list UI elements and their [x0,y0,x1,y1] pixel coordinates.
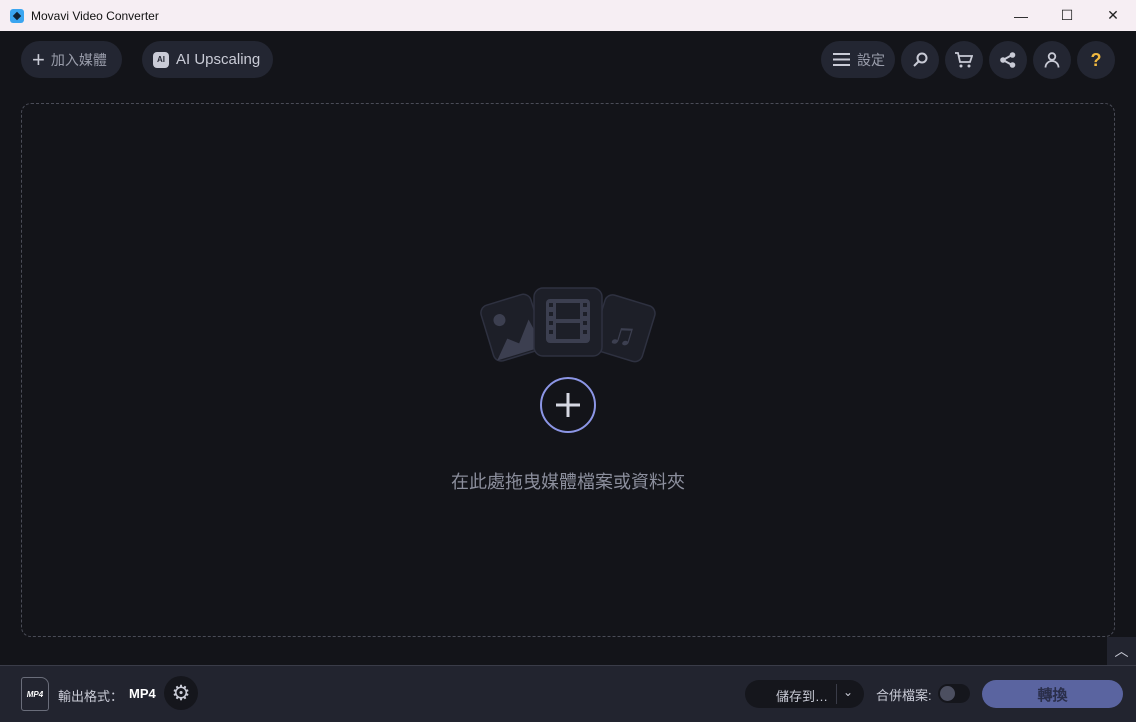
plus-icon: + [32,49,45,71]
save-to-button[interactable]: 儲存到… ⌄ [745,680,864,708]
convert-button[interactable]: 轉換 [982,680,1123,708]
settings-label: 設定 [857,50,885,70]
settings-button[interactable]: 設定 [821,41,895,78]
window-title: Movavi Video Converter [31,9,159,23]
format-settings-button[interactable]: ⚙ [164,676,198,710]
help-icon: ? [1091,50,1102,71]
drop-hint: 在此處拖曳媒體檔案或資料夾 [0,468,1136,494]
sliders-icon [833,52,850,67]
ai-upscaling-label: AI Upscaling [176,51,260,68]
help-button[interactable]: ? [1077,41,1115,79]
maximize-button[interactable]: ☐ [1044,0,1090,31]
merge-toggle[interactable] [938,684,970,703]
search-button[interactable] [901,41,939,79]
title-bar: Movavi Video Converter — ☐ ✕ [0,0,1136,31]
ai-upscaling-button[interactable]: AI AI Upscaling [142,41,273,78]
account-button[interactable] [1033,41,1071,79]
cart-button[interactable] [945,41,983,79]
user-icon [1044,52,1060,68]
minimize-button[interactable]: — [998,0,1044,31]
close-button[interactable]: ✕ [1090,0,1136,31]
format-label: 輸出格式： [58,686,123,705]
search-icon [912,52,928,68]
app-logo-icon [10,9,24,23]
format-icon-text: MP4 [27,690,43,699]
convert-label: 轉換 [1037,684,1067,705]
chevron-up-icon: ︿ [1115,641,1129,661]
ai-chip-icon: AI [153,52,169,68]
expand-panel-button[interactable]: ︿ [1107,637,1136,665]
media-types-icon: ♫ [478,285,658,370]
format-value[interactable]: MP4 [129,686,156,701]
cart-icon [955,52,973,68]
drop-zone[interactable] [21,103,1115,637]
chevron-down-icon[interactable]: ⌄ [843,685,853,699]
share-icon [1000,52,1016,68]
plus-icon [555,392,581,418]
merge-label: 合併檔案: [876,685,932,704]
add-media-button[interactable]: + 加入媒體 [21,41,122,78]
bottom-bar: MP4 輸出格式： MP4 ⚙ 儲存到… ⌄ 合併檔案: 轉換 [0,665,1136,722]
gear-icon: ⚙ [172,681,191,706]
format-file-icon[interactable]: MP4 [21,677,49,711]
add-media-label: 加入媒體 [51,50,107,70]
save-to-label: 儲存到… [776,686,828,705]
add-files-button[interactable] [540,377,596,433]
share-button[interactable] [989,41,1027,79]
